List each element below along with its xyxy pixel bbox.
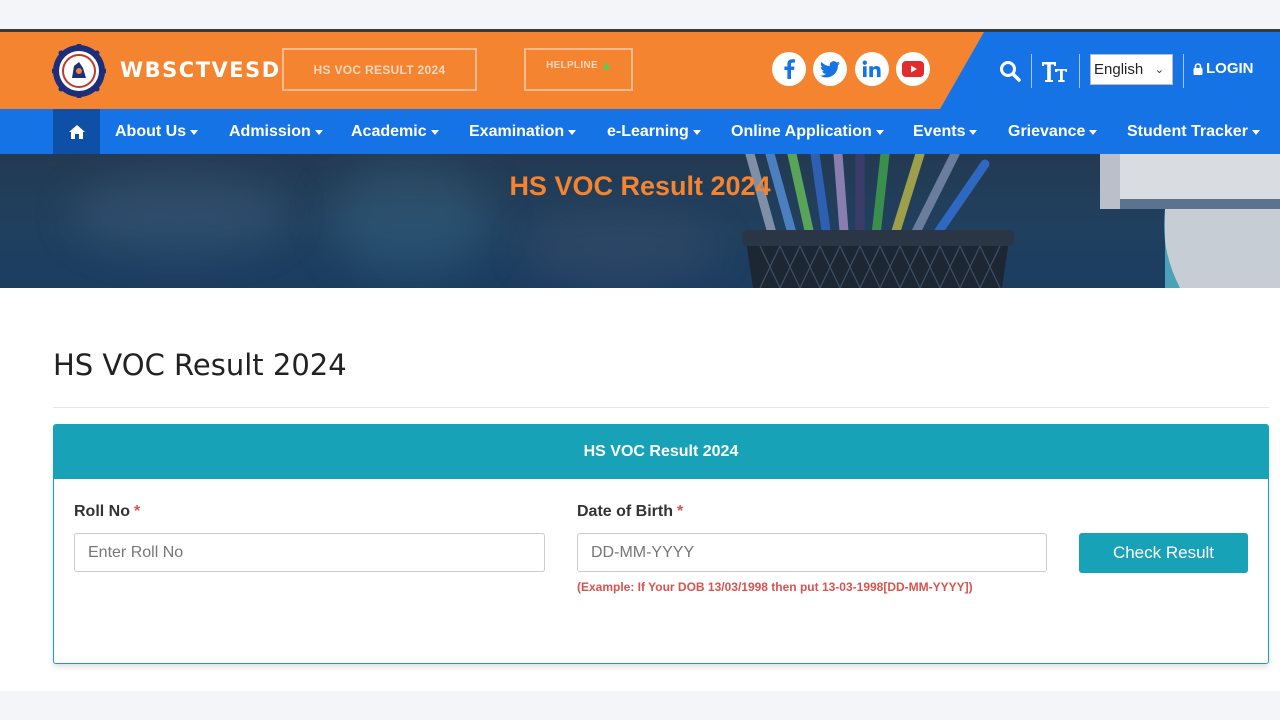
language-select[interactable]: English ⌄ [1090,54,1173,85]
caret-down-icon [1251,129,1260,135]
page-title: HS VOC Result 2024 [53,348,347,382]
main-content: HS VOC Result 2024 HS VOC Result 2024 Ro… [0,288,1280,691]
nav-grievance[interactable]: Grievance [1008,109,1098,154]
check-result-button[interactable]: Check Result [1079,533,1248,573]
nav-label: Events [913,122,966,140]
main-nav: About Us Admission Academic Examination … [0,109,1280,154]
roll-no-label: Roll No * [74,503,140,521]
result-form-card: HS VOC Result 2024 Roll No* Date of Birt… [53,424,1269,664]
dob-label-text: Date of Birth [577,503,673,520]
login-label: LOGIN [1206,60,1254,77]
nav-label: Student Tracker [1127,122,1248,140]
dob-format-hint: (Example: If Your DOB 13/03/1998 then pu… [577,580,973,594]
youtube-icon[interactable] [896,52,930,86]
text-size-icon[interactable] [1041,32,1069,109]
title-divider [53,407,1269,408]
nav-examination[interactable]: Examination [469,109,577,154]
language-value: English [1094,61,1144,78]
bottom-strip [0,691,1280,720]
linkedin-icon[interactable] [855,52,889,86]
caret-down-icon [875,129,884,135]
nav-about-us[interactable]: About Us [115,109,199,154]
caret-down-icon [568,129,577,135]
caret-down-icon [969,129,978,135]
nav-student-tracker[interactable]: Student Tracker [1127,109,1260,154]
caret-down-icon [692,129,701,135]
caret-down-icon [1089,129,1098,135]
caret-down-icon [430,129,439,135]
page-banner: HS VOC Result 2024 [0,154,1280,288]
wbsctvesd-logo[interactable] [52,44,106,98]
card-header: HS VOC Result 2024 [54,425,1268,479]
chevron-down-icon: ⌄ [1154,64,1164,76]
helpline-button[interactable]: HELPLINE [524,48,633,91]
header-separator [1079,54,1080,88]
nav-online-application[interactable]: Online Application [731,109,884,154]
nav-e-learning[interactable]: e-Learning [607,109,701,154]
login-link[interactable]: LOGIN [1193,60,1254,77]
home-icon [68,124,85,139]
nav-label: Grievance [1008,122,1086,140]
dob-label: Date of Birth * [577,503,683,521]
roll-no-input[interactable] [74,533,545,572]
required-mark: * [134,503,141,520]
nav-label: e-Learning [607,122,689,140]
nav-label: Online Application [731,122,872,140]
brand-name: WBSCTVESD [120,58,281,82]
nav-admission[interactable]: Admission [229,109,323,154]
nav-academic[interactable]: Academic [351,109,439,154]
roll-no-label-text: Roll No [74,503,130,520]
nav-label: About Us [115,122,187,140]
facebook-icon[interactable] [772,52,806,86]
play-icon [603,62,611,72]
nav-label: Examination [469,122,565,140]
search-icon[interactable] [999,32,1021,109]
twitter-icon[interactable] [813,52,847,86]
caret-down-icon [314,129,323,135]
banner-bokeh [520,214,720,284]
required-mark: * [677,503,684,520]
nav-label: Academic [351,122,427,140]
top-strip [0,0,1280,30]
lock-icon [1193,62,1203,75]
home-button[interactable] [53,109,100,154]
header-separator [1031,54,1032,88]
hs-voc-result-button[interactable]: HS VOC RESULT 2024 [282,48,477,91]
nav-events[interactable]: Events [913,109,978,154]
helpline-label: HELPLINE [546,60,598,71]
dob-input[interactable] [577,533,1047,572]
banner-title: HS VOC Result 2024 [509,171,771,201]
site-header: WBSCTVESD HS VOC RESULT 2024 HELPLINE En… [0,32,1280,109]
header-separator [1183,54,1184,88]
caret-down-icon [190,129,199,135]
nav-label: Admission [229,122,311,140]
